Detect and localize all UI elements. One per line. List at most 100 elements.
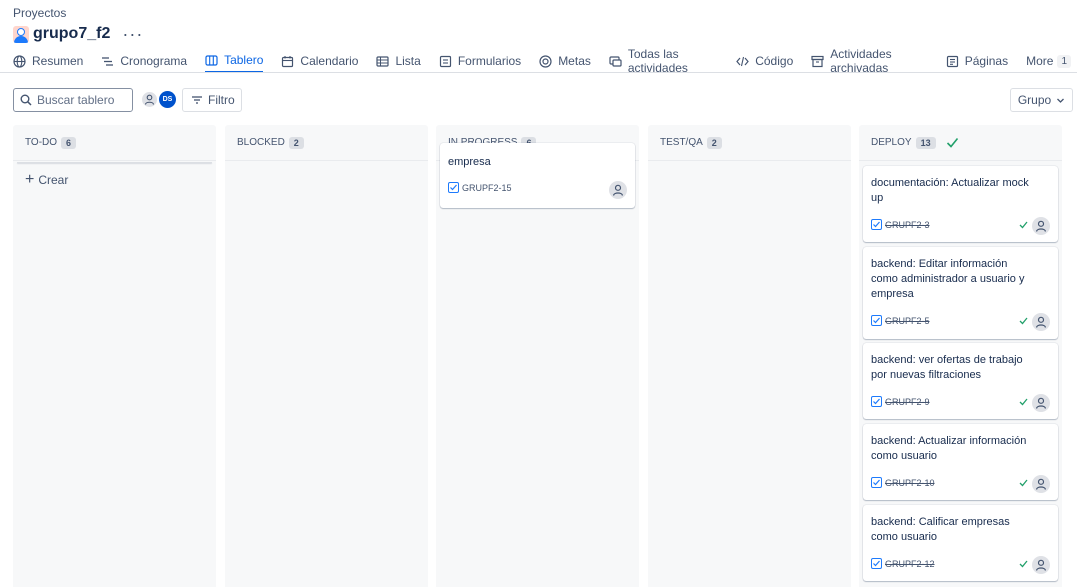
assignee-avatar-icon[interactable]	[609, 181, 627, 199]
tab-cronograma[interactable]: Cronograma	[101, 51, 187, 71]
globe-icon	[13, 54, 26, 68]
issue-key[interactable]: GRUPF2-9	[871, 396, 930, 407]
tab-label: Lista	[395, 54, 421, 68]
project-header: grupo7_f2 ···	[13, 24, 143, 44]
filter-icon	[192, 96, 202, 104]
tabs-divider	[0, 72, 1077, 73]
issue-key[interactable]: GRUPF2-10	[871, 477, 935, 488]
page-title: grupo7_f2	[33, 25, 111, 42]
assignee-avatar-icon[interactable]	[1032, 556, 1050, 574]
column-count-badge: 2	[288, 136, 304, 149]
tab-label: Todas las actividades	[627, 47, 688, 75]
issue-key[interactable]: GRUPF2-5	[871, 315, 930, 326]
issue-key-text: GRUPF2-5	[885, 315, 930, 326]
issue-summary: backend: Calificar empresas como usuario	[871, 516, 1010, 543]
project-avatar-icon	[13, 25, 29, 43]
avatar-ds[interactable]: DS	[159, 91, 176, 108]
column-header: TO-DO 6	[13, 125, 216, 161]
tab-label: Cronograma	[120, 54, 188, 68]
column-title: BLOCKED	[237, 137, 285, 148]
archive-icon	[811, 55, 824, 68]
column-title: TEST/QA	[660, 137, 703, 148]
tab-more[interactable]: More 1	[1026, 51, 1071, 71]
issue-key-text: GRUPF2-12	[885, 558, 935, 569]
plus-icon: +	[25, 171, 35, 188]
issue-card[interactable]: backend: Calificar empresas como usuario…	[863, 505, 1058, 581]
task-checkbox-icon	[871, 477, 882, 488]
issue-summary: backend: Actualizar información como usu…	[871, 435, 1027, 462]
assignee-avatar-icon[interactable]	[1032, 313, 1050, 331]
search-board[interactable]	[13, 88, 133, 112]
tab-metas[interactable]: Metas	[539, 51, 591, 71]
tab-todas-actividades[interactable]: Todas las actividades	[609, 47, 718, 75]
issue-summary: backend: Editar información como adminis…	[871, 258, 1025, 300]
done-check-icon	[1019, 560, 1028, 568]
issue-summary: backend: ver ofertas de trabajo por nuev…	[871, 354, 1023, 381]
assignee-avatar-icon[interactable]	[1032, 475, 1050, 493]
issue-key-text: GRUPF2-9	[885, 396, 930, 407]
column-todo: TO-DO 6 + Crear	[13, 125, 216, 587]
tab-lista[interactable]: Lista	[376, 51, 421, 71]
create-issue-button[interactable]: + Crear	[25, 171, 69, 188]
issue-key[interactable]: GRUPF2-15	[448, 182, 512, 193]
group-dropdown[interactable]: Grupo	[1010, 88, 1073, 112]
tab-actividades-archivadas[interactable]: Actividades archivadas	[811, 47, 927, 75]
column-count-badge: 6	[61, 136, 77, 149]
calendar-icon	[281, 55, 294, 68]
list-icon	[376, 55, 390, 68]
more-actions-icon[interactable]: ···	[122, 25, 143, 43]
tab-paginas[interactable]: Páginas	[946, 51, 1008, 71]
tab-calendario[interactable]: Calendario	[281, 51, 358, 71]
task-checkbox-icon	[871, 558, 882, 569]
target-icon	[539, 54, 552, 68]
code-icon	[736, 55, 750, 68]
issue-key[interactable]: GRUPF2-3	[871, 219, 930, 230]
assignee-avatar-icon[interactable]	[1032, 394, 1050, 412]
issue-card[interactable]: backend: Editar información como adminis…	[863, 247, 1058, 339]
search-icon	[20, 94, 32, 106]
task-checkbox-icon	[871, 315, 882, 326]
column-in-progress: IN PROGRESS 6 empresa GRUPF2-15	[436, 125, 639, 587]
search-input[interactable]	[37, 93, 129, 107]
chevron-down-icon	[1057, 98, 1065, 103]
column-blocked: BLOCKED 2	[225, 125, 428, 587]
issue-key-text: GRUPF2-10	[885, 477, 935, 488]
task-checkbox-icon	[871, 396, 882, 407]
filter-label: Filtro	[208, 93, 235, 107]
breadcrumb[interactable]: Proyectos	[13, 6, 66, 20]
more-count-badge: 1	[1057, 54, 1071, 68]
board-icon	[205, 54, 218, 67]
activities-icon	[609, 55, 622, 68]
column-title: DEPLOY	[871, 137, 912, 148]
filter-button[interactable]: Filtro	[182, 88, 242, 112]
tab-tablero[interactable]: Tablero	[205, 51, 264, 73]
tab-label: Calendario	[300, 54, 359, 68]
tab-resumen[interactable]: Resumen	[13, 51, 83, 71]
column-header: BLOCKED 2	[225, 125, 428, 161]
page-icon	[946, 55, 959, 68]
issue-card[interactable]: documentación: Actualizar mock up GRUPF2…	[863, 166, 1058, 242]
tab-codigo[interactable]: Código	[736, 51, 793, 71]
issue-card[interactable]: empresa GRUPF2-15	[440, 143, 635, 208]
issue-card[interactable]: backend: Actualizar información como usu…	[863, 424, 1058, 500]
column-header: DEPLOY 13	[859, 125, 1062, 161]
column-header: TEST/QA 2	[648, 125, 851, 161]
create-label: Crear	[38, 173, 69, 187]
tab-label: Código	[755, 54, 794, 68]
issue-key[interactable]: GRUPF2-12	[871, 558, 935, 569]
group-label: Grupo	[1017, 93, 1052, 107]
done-check-icon	[1019, 398, 1028, 406]
column-deploy: DEPLOY 13 documentación: Actualizar mock…	[859, 125, 1062, 587]
task-checkbox-icon	[871, 219, 882, 230]
done-column-check-icon	[946, 137, 959, 148]
user-avatar-icon[interactable]	[141, 91, 158, 108]
done-check-icon	[1019, 479, 1028, 487]
scrolled-card-edge	[17, 162, 212, 163]
issue-summary: empresa	[448, 156, 491, 168]
tab-formularios[interactable]: Formularios	[439, 51, 521, 71]
tab-label: Páginas	[964, 54, 1009, 68]
column-count-badge: 13	[915, 136, 936, 149]
assignee-avatar-icon[interactable]	[1032, 217, 1050, 235]
issue-card[interactable]: backend: ver ofertas de trabajo por nuev…	[863, 343, 1058, 419]
task-checkbox-icon	[448, 182, 459, 193]
